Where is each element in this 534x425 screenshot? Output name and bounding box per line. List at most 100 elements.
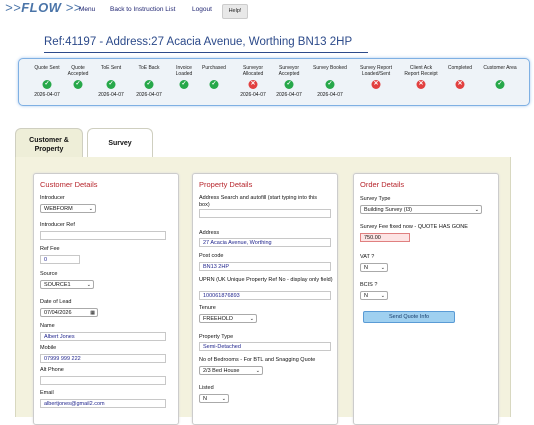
cross-circle-icon[interactable]: ✕	[455, 80, 465, 89]
check-circle-icon[interactable]: ✓	[42, 80, 52, 89]
name-label: Name	[40, 323, 55, 329]
chevron-down-icon: ⌄	[474, 207, 479, 213]
chevron-down-icon: ⌄	[380, 265, 385, 271]
introducer-select[interactable]: WEBFORM ⌄	[40, 204, 96, 213]
tab-customer-property-label: Customer & Property	[29, 137, 69, 153]
tenure-value: FREEHOLD	[203, 316, 233, 322]
mobile-label: Mobile	[40, 345, 57, 351]
check-circle-icon[interactable]: ✓	[179, 80, 189, 89]
tab-content-panel: Customer Details Introducer WEBFORM ⌄ Int…	[15, 157, 511, 425]
source-select[interactable]: SOURCE1 ⌄	[40, 280, 94, 289]
cross-circle-icon[interactable]: ✕	[248, 80, 258, 89]
postcode-input[interactable]: BN13 2HP	[199, 262, 331, 271]
title-underline	[44, 52, 368, 53]
introducer-value: WEBFORM	[44, 206, 73, 212]
calendar-icon: ▦	[90, 310, 95, 316]
check-circle-icon[interactable]: ✓	[209, 80, 219, 89]
cross-circle-icon[interactable]: ✕	[416, 80, 426, 89]
introducer-label: Introducer	[40, 195, 65, 201]
address-search-label: Address Search and autofill (start typin…	[199, 195, 318, 208]
top-bar: >>FLOW >> Menu Back to Instruction List …	[0, 0, 534, 22]
bcis-label: BCIS ?	[360, 282, 378, 288]
name-input[interactable]: Albert Jones	[40, 332, 166, 341]
vat-label: VAT ?	[360, 254, 375, 260]
alt-phone-label: Alt Phone	[40, 367, 64, 373]
uprn-input: 100061876893	[199, 291, 331, 300]
check-circle-icon[interactable]: ✓	[325, 80, 335, 89]
tab-survey[interactable]: Survey	[87, 128, 153, 157]
order-details-heading: Order Details	[360, 180, 405, 189]
tab-customer-property[interactable]: Customer & Property	[15, 128, 83, 157]
survey-fee-input[interactable]: 750.00	[360, 233, 410, 242]
ref-fee-input[interactable]: 0	[40, 255, 80, 264]
email-label: Email	[40, 390, 54, 396]
survey-type-select[interactable]: Building Survey (I3) ⌄	[360, 205, 482, 214]
stage-date: 2026-04-07	[136, 92, 162, 98]
send-quote-info-button[interactable]: Send Quote Info	[363, 311, 455, 323]
page-title: Ref:41197 - Address:27 Acacia Avenue, Wo…	[44, 36, 353, 48]
cross-circle-icon[interactable]: ✕	[371, 80, 381, 89]
introducer-ref-input[interactable]	[40, 231, 166, 240]
property-details-heading: Property Details	[199, 180, 253, 189]
listed-value: N	[203, 396, 207, 402]
address-label: Address	[199, 230, 220, 236]
chevron-down-icon: ⌄	[255, 368, 260, 374]
mobile-input[interactable]: 07999 999 222	[40, 354, 166, 363]
customer-details-card: Customer Details Introducer WEBFORM ⌄ Int…	[33, 173, 179, 425]
stage-date: 2026-04-07	[276, 92, 302, 98]
vat-select[interactable]: N ⌄	[360, 263, 388, 272]
date-of-lead-label: Date of Lead	[40, 299, 72, 305]
tab-survey-label: Survey	[108, 140, 132, 147]
menu-link[interactable]: Menu	[79, 6, 95, 13]
stage-10: Survey Report Loaded/Sent ✕	[351, 65, 401, 101]
listed-select[interactable]: N ⌄	[199, 394, 229, 403]
survey-type-label: Survey Type	[360, 196, 391, 202]
logo-text: FLOW	[21, 0, 62, 15]
vat-value: N	[364, 265, 368, 271]
bcis-select[interactable]: N ⌄	[360, 291, 388, 300]
source-label: Source	[40, 271, 58, 277]
chevron-down-icon: ⌄	[221, 396, 226, 402]
check-circle-icon[interactable]: ✓	[106, 80, 116, 89]
property-type-input[interactable]: Semi-Detached	[199, 342, 331, 351]
property-type-label: Property Type	[199, 334, 234, 340]
postcode-label: Post code	[199, 253, 224, 259]
stage-date: 2026-04-07	[98, 92, 124, 98]
flow-logo[interactable]: >>FLOW >>	[5, 0, 82, 15]
logout-link[interactable]: Logout	[192, 6, 212, 13]
property-details-card: Property Details Address Search and auto…	[192, 173, 338, 425]
check-circle-icon[interactable]: ✓	[73, 80, 83, 89]
back-to-instruction-list-link[interactable]: Back to Instruction List	[110, 6, 175, 13]
help-button[interactable]: Help!	[222, 4, 248, 19]
bedrooms-label: No of Bedrooms - For BTL and Snagging Qu…	[199, 357, 316, 363]
listed-label: Listed	[199, 385, 214, 391]
address-input[interactable]: 27 Acacia Avenue, Worthing	[199, 238, 331, 247]
stage-13: Customer Area ✓	[475, 65, 525, 101]
stage-date: 2026-04-07	[317, 92, 343, 98]
alt-phone-input[interactable]	[40, 376, 166, 385]
bcis-value: N	[364, 293, 368, 299]
stage-label: Customer Area	[483, 65, 517, 71]
customer-details-heading: Customer Details	[40, 180, 98, 189]
survey-fee-label: Survey Fee fixed now - QUOTE HAS GONE	[360, 224, 468, 230]
logo-prefix: >>	[5, 0, 22, 15]
check-circle-icon[interactable]: ✓	[144, 80, 154, 89]
tenure-select[interactable]: FREEHOLD ⌄	[199, 314, 257, 323]
ref-fee-label: Ref Fee	[40, 246, 60, 252]
stage-label-line2: Loaded/Sent	[361, 71, 391, 77]
chevron-down-icon: ⌄	[86, 282, 91, 288]
date-of-lead-input[interactable]: 07/04/2026 ▦	[40, 308, 98, 317]
check-circle-icon[interactable]: ✓	[284, 80, 294, 89]
stage-label: Survey Booked	[313, 65, 347, 71]
date-of-lead-value: 07/04/2026	[44, 310, 72, 316]
source-value: SOURCE1	[44, 282, 71, 288]
uprn-label: UPRN (UK Unique Property Ref No - displa…	[199, 277, 333, 283]
address-search-input[interactable]	[199, 209, 331, 218]
stage-9: Survey Booked ✓ 2026-04-07	[305, 65, 355, 101]
chevron-down-icon: ⌄	[249, 316, 254, 322]
bedrooms-select[interactable]: 2/3 Bed House ⌄	[199, 366, 263, 375]
order-details-card: Order Details Survey Type Building Surve…	[353, 173, 499, 425]
check-circle-icon[interactable]: ✓	[495, 80, 505, 89]
email-input[interactable]: albertjones@gmail2.com	[40, 399, 166, 408]
survey-type-value: Building Survey (I3)	[364, 207, 412, 213]
